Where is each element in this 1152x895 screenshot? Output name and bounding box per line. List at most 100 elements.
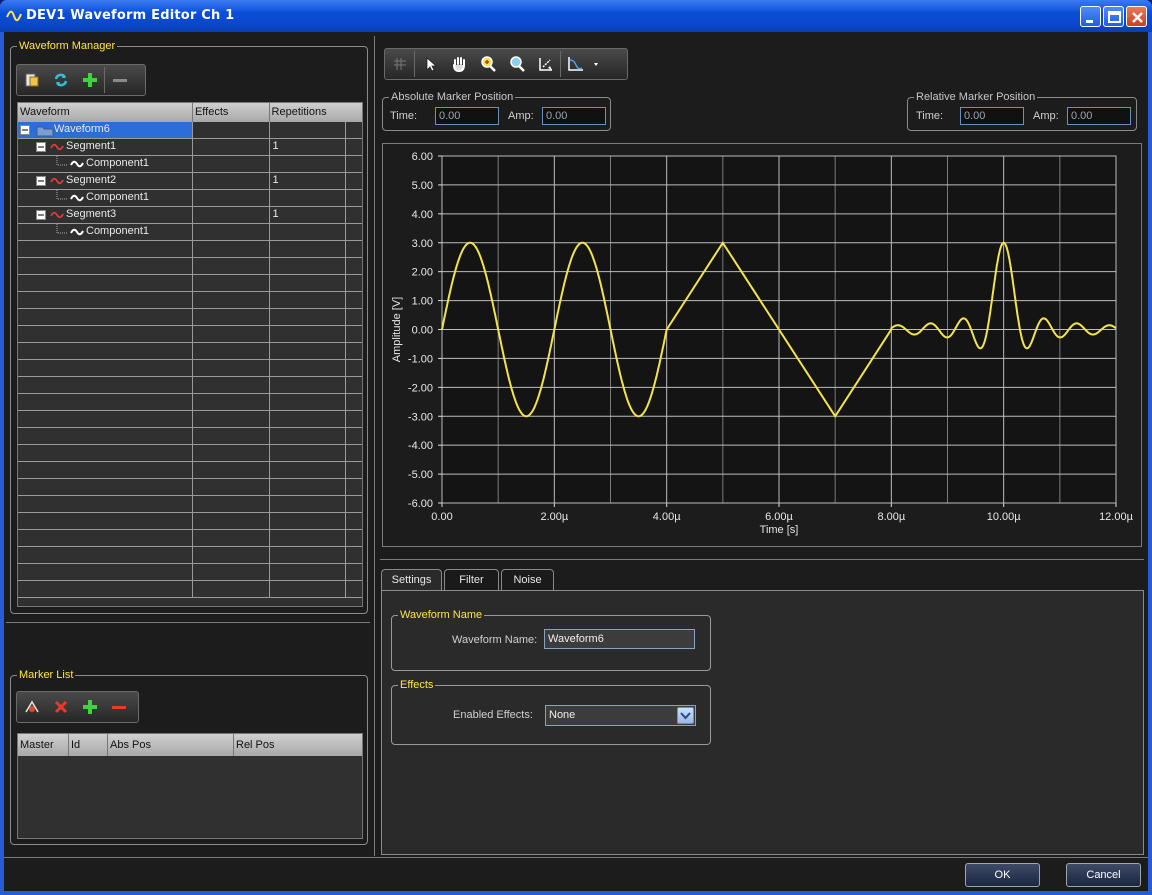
tree-item-label: Segment1: [66, 140, 116, 152]
tab-settings[interactable]: Settings: [381, 569, 442, 591]
waveform-cell: [18, 479, 193, 495]
maximize-icon: [1104, 7, 1125, 28]
tree-row[interactable]: Segment31: [18, 207, 362, 224]
y-tick-label: -2.00: [408, 382, 433, 394]
tab-filter[interactable]: Filter: [444, 569, 499, 590]
effects-cell: [193, 411, 270, 427]
close-button[interactable]: [1126, 6, 1147, 27]
add-waveform-button[interactable]: [75, 67, 104, 93]
tree-row[interactable]: Waveform6: [18, 122, 362, 139]
repetitions-cell: [270, 241, 347, 257]
repetitions-cell: [270, 411, 347, 427]
filler-cell: [346, 190, 362, 206]
waveform-name-group: Waveform Name Waveform Name:: [391, 615, 711, 671]
absolute-amp-input[interactable]: [542, 107, 606, 125]
column-header-master[interactable]: Master: [18, 734, 69, 756]
filler-cell: [346, 207, 362, 223]
y-tick-label: 6.00: [412, 151, 433, 163]
empty-row: [18, 547, 362, 564]
refresh-button[interactable]: [46, 67, 75, 93]
waveform-app-icon: [6, 8, 22, 24]
tree-row[interactable]: Segment1 1: [18, 139, 362, 156]
relative-time-input[interactable]: [960, 107, 1024, 125]
zoom-in-button[interactable]: [473, 51, 502, 77]
plot-style-icon: [566, 55, 600, 73]
y-tick-label: 4.00: [412, 209, 433, 221]
column-header-repetitions[interactable]: Repetitions: [270, 103, 362, 122]
cancel-button[interactable]: Cancel: [1066, 863, 1141, 887]
y-axis-label: Amplitude [V]: [391, 297, 403, 362]
column-header-waveform[interactable]: Waveform: [18, 103, 193, 122]
empty-row: [18, 258, 362, 275]
remove-icon: [110, 698, 128, 716]
pan-hand-icon: [450, 55, 468, 73]
column-header-effects[interactable]: Effects: [193, 103, 270, 122]
maximize-button[interactable]: [1103, 6, 1124, 27]
zoom-button[interactable]: [502, 51, 531, 77]
enabled-effects-select[interactable]: None: [545, 705, 696, 726]
relative-amp-input[interactable]: [1067, 107, 1131, 125]
remove-waveform-button[interactable]: [105, 67, 134, 93]
effects-cell: [193, 275, 270, 291]
empty-row: [18, 581, 362, 598]
absolute-time-input[interactable]: [435, 107, 499, 125]
effects-cell: [193, 394, 270, 410]
filler-cell: [346, 547, 362, 563]
effects-cell: [193, 462, 270, 478]
filler-cell: [346, 139, 362, 155]
empty-row: [18, 292, 362, 309]
minimize-button[interactable]: [1080, 6, 1101, 27]
left-divider: [6, 622, 370, 623]
effects-cell: [193, 190, 270, 206]
zoom-axis-icon: [537, 55, 555, 73]
waveform-plot[interactable]: 0.002.00µ4.00µ6.00µ8.00µ10.00µ12.00µ6.00…: [382, 143, 1142, 547]
dropdown-arrow-button[interactable]: [677, 707, 694, 724]
pointer-icon: [421, 55, 439, 73]
grid-button[interactable]: [385, 51, 414, 77]
empty-row: [18, 445, 362, 462]
plot-style-dropdown[interactable]: [561, 51, 605, 77]
repetitions-cell: [270, 445, 347, 461]
y-tick-label: 5.00: [412, 180, 433, 192]
plot-divider: [380, 559, 1144, 560]
title-bar[interactable]: DEV1 Waveform Editor Ch 1: [0, 0, 1152, 32]
zoom-in-icon: [479, 55, 497, 73]
tree-row[interactable]: Component1: [18, 224, 362, 241]
effects-cell: [193, 122, 270, 138]
filler-cell: [346, 445, 362, 461]
pointer-button[interactable]: [415, 51, 444, 77]
repetitions-cell: [270, 428, 347, 444]
y-tick-label: -6.00: [408, 498, 433, 510]
repetitions-cell: [270, 275, 347, 291]
waveform-name-group-title: Waveform Name: [398, 609, 484, 622]
tree-row[interactable]: Component1: [18, 190, 362, 207]
tree-row[interactable]: Component1: [18, 156, 362, 173]
vertical-splitter[interactable]: [374, 36, 375, 856]
absolute-amp-label: Amp:: [508, 110, 534, 122]
tree-item-label: Waveform6: [54, 123, 110, 135]
zoom-axis-button[interactable]: [531, 51, 560, 77]
column-header-id[interactable]: Id: [69, 734, 108, 756]
bottom-divider: [4, 857, 1148, 858]
sine-icon: [70, 159, 84, 169]
waveform-name-input[interactable]: [544, 629, 695, 649]
relative-marker-title: Relative Marker Position: [914, 91, 1037, 104]
waveform-table: Waveform Effects Repetitions Waveform6 Se…: [17, 102, 363, 607]
tab-noise[interactable]: Noise: [501, 569, 554, 590]
repetitions-cell: 1: [270, 139, 347, 155]
column-header-abs-pos[interactable]: Abs Pos: [108, 734, 234, 756]
plot-toolbar: [384, 48, 628, 80]
tree-row[interactable]: Segment21: [18, 173, 362, 190]
column-header-rel-pos[interactable]: Rel Pos: [234, 734, 362, 756]
ok-button[interactable]: OK: [965, 863, 1040, 887]
marker-button[interactable]: [17, 694, 46, 720]
segment-icon: [50, 176, 64, 186]
pan-button[interactable]: [444, 51, 473, 77]
empty-row: [18, 479, 362, 496]
remove-marker-button[interactable]: [104, 694, 133, 720]
waveform-chart[interactable]: 0.002.00µ4.00µ6.00µ8.00µ10.00µ12.00µ6.00…: [383, 144, 1141, 546]
import-button[interactable]: [17, 67, 46, 93]
add-marker-button[interactable]: [75, 694, 104, 720]
filler-cell: [346, 258, 362, 274]
delete-marker-button[interactable]: [46, 694, 75, 720]
